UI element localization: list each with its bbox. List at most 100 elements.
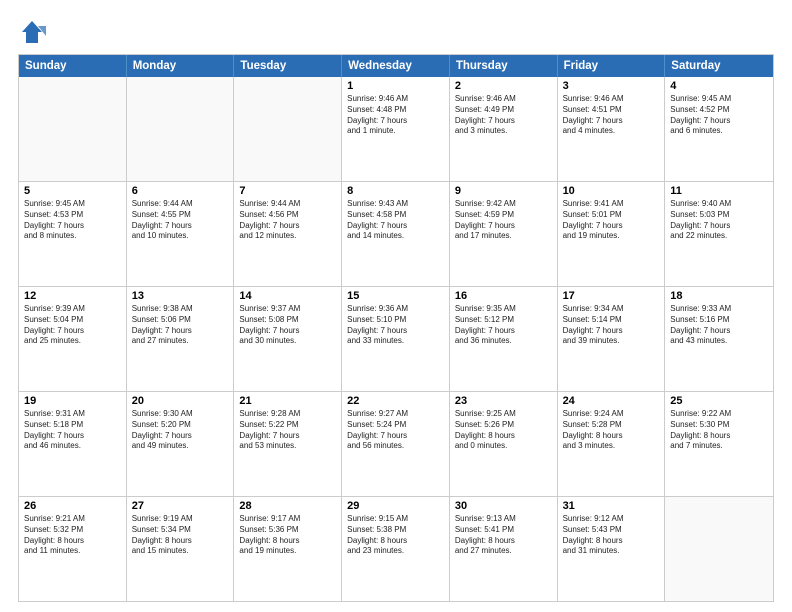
day-number: 29	[347, 500, 444, 512]
day-info: Sunrise: 9:42 AM Sunset: 4:59 PM Dayligh…	[455, 199, 552, 242]
calendar-header-row: SundayMondayTuesdayWednesdayThursdayFrid…	[19, 55, 773, 77]
day-number: 20	[132, 395, 229, 407]
day-info: Sunrise: 9:19 AM Sunset: 5:34 PM Dayligh…	[132, 514, 229, 557]
day-number: 5	[24, 185, 121, 197]
day-number: 6	[132, 185, 229, 197]
day-info: Sunrise: 9:17 AM Sunset: 5:36 PM Dayligh…	[239, 514, 336, 557]
calendar-cell: 11Sunrise: 9:40 AM Sunset: 5:03 PM Dayli…	[665, 182, 773, 286]
day-info: Sunrise: 9:24 AM Sunset: 5:28 PM Dayligh…	[563, 409, 660, 452]
day-number: 15	[347, 290, 444, 302]
day-number: 21	[239, 395, 336, 407]
day-info: Sunrise: 9:45 AM Sunset: 4:52 PM Dayligh…	[670, 94, 768, 137]
calendar-cell: 2 Sunrise: 9:46 AM Sunset: 4:49 PM Daylig…	[450, 77, 558, 181]
calendar-cell: 17 Sunrise: 9:34 AM Sunset: 5:14 PM Dayli…	[558, 287, 666, 391]
cal-header-cell: Friday	[558, 55, 666, 77]
day-number: 25	[670, 395, 768, 407]
day-info: Sunrise: 9:28 AM Sunset: 5:22 PM Dayligh…	[239, 409, 336, 452]
day-number: 19	[24, 395, 121, 407]
calendar-cell	[19, 77, 127, 181]
calendar-cell: 14 Sunrise: 9:37 AM Sunset: 5:08 PM Dayli…	[234, 287, 342, 391]
calendar-cell: 26 Sunrise: 9:21 AM Sunset: 5:32 PM Dayli…	[19, 497, 127, 601]
day-number: 23	[455, 395, 552, 407]
day-info: Sunrise: 9:46 AM Sunset: 4:48 PM Dayligh…	[347, 94, 444, 137]
page: SundayMondayTuesdayWednesdayThursdayFrid…	[0, 0, 792, 612]
day-info: Sunrise: 9:45 AM Sunset: 4:53 PM Dayligh…	[24, 199, 121, 242]
calendar-cell: 23 Sunrise: 9:25 AM Sunset: 5:26 PM Dayli…	[450, 392, 558, 496]
calendar-cell: 20 Sunrise: 9:30 AM Sunset: 5:20 PM Dayli…	[127, 392, 235, 496]
day-number: 1	[347, 80, 444, 92]
calendar-cell: 19 Sunrise: 9:31 AM Sunset: 5:18 PM Dayli…	[19, 392, 127, 496]
day-number: 3	[563, 80, 660, 92]
calendar-cell: 4 Sunrise: 9:45 AM Sunset: 4:52 PM Daylig…	[665, 77, 773, 181]
day-number: 30	[455, 500, 552, 512]
calendar-cell	[665, 497, 773, 601]
logo	[18, 18, 50, 46]
day-info: Sunrise: 9:25 AM Sunset: 5:26 PM Dayligh…	[455, 409, 552, 452]
calendar-cell: 16 Sunrise: 9:35 AM Sunset: 5:12 PM Dayli…	[450, 287, 558, 391]
day-info: Sunrise: 9:36 AM Sunset: 5:10 PM Dayligh…	[347, 304, 444, 347]
day-number: 24	[563, 395, 660, 407]
day-info: Sunrise: 9:15 AM Sunset: 5:38 PM Dayligh…	[347, 514, 444, 557]
day-number: 16	[455, 290, 552, 302]
day-info: Sunrise: 9:44 AM Sunset: 4:56 PM Dayligh…	[239, 199, 336, 242]
header	[18, 18, 774, 46]
calendar-row: 5 Sunrise: 9:45 AM Sunset: 4:53 PM Daylig…	[19, 181, 773, 286]
day-number: 13	[132, 290, 229, 302]
day-number: 26	[24, 500, 121, 512]
calendar-cell: 3Sunrise: 9:46 AM Sunset: 4:51 PM Daylig…	[558, 77, 666, 181]
cal-header-cell: Wednesday	[342, 55, 450, 77]
day-info: Sunrise: 9:44 AM Sunset: 4:55 PM Dayligh…	[132, 199, 229, 242]
calendar-cell: 12 Sunrise: 9:39 AM Sunset: 5:04 PM Dayli…	[19, 287, 127, 391]
day-number: 4	[670, 80, 768, 92]
cal-header-cell: Tuesday	[234, 55, 342, 77]
calendar-cell: 24 Sunrise: 9:24 AM Sunset: 5:28 PM Dayli…	[558, 392, 666, 496]
calendar-row: 19 Sunrise: 9:31 AM Sunset: 5:18 PM Dayli…	[19, 391, 773, 496]
day-info: Sunrise: 9:30 AM Sunset: 5:20 PM Dayligh…	[132, 409, 229, 452]
day-number: 8	[347, 185, 444, 197]
day-number: 12	[24, 290, 121, 302]
day-info: Sunrise: 9:31 AM Sunset: 5:18 PM Dayligh…	[24, 409, 121, 452]
day-number: 17	[563, 290, 660, 302]
day-info: Sunrise: 9:40 AM Sunset: 5:03 PM Dayligh…	[670, 199, 768, 242]
day-number: 28	[239, 500, 336, 512]
calendar-cell: 6 Sunrise: 9:44 AM Sunset: 4:55 PM Daylig…	[127, 182, 235, 286]
calendar-cell: 22Sunrise: 9:27 AM Sunset: 5:24 PM Dayli…	[342, 392, 450, 496]
calendar-cell: 9 Sunrise: 9:42 AM Sunset: 4:59 PM Daylig…	[450, 182, 558, 286]
calendar-cell	[127, 77, 235, 181]
day-info: Sunrise: 9:46 AM Sunset: 4:49 PM Dayligh…	[455, 94, 552, 137]
day-info: Sunrise: 9:43 AM Sunset: 4:58 PM Dayligh…	[347, 199, 444, 242]
cal-header-cell: Sunday	[19, 55, 127, 77]
cal-header-cell: Monday	[127, 55, 235, 77]
day-number: 22	[347, 395, 444, 407]
day-number: 27	[132, 500, 229, 512]
calendar-cell: 7Sunrise: 9:44 AM Sunset: 4:56 PM Daylig…	[234, 182, 342, 286]
calendar-cell: 10 Sunrise: 9:41 AM Sunset: 5:01 PM Dayli…	[558, 182, 666, 286]
calendar-cell: 18 Sunrise: 9:33 AM Sunset: 5:16 PM Dayli…	[665, 287, 773, 391]
calendar-cell: 1 Sunrise: 9:46 AM Sunset: 4:48 PM Daylig…	[342, 77, 450, 181]
day-info: Sunrise: 9:39 AM Sunset: 5:04 PM Dayligh…	[24, 304, 121, 347]
day-info: Sunrise: 9:37 AM Sunset: 5:08 PM Dayligh…	[239, 304, 336, 347]
day-info: Sunrise: 9:33 AM Sunset: 5:16 PM Dayligh…	[670, 304, 768, 347]
day-info: Sunrise: 9:41 AM Sunset: 5:01 PM Dayligh…	[563, 199, 660, 242]
calendar-cell	[234, 77, 342, 181]
day-info: Sunrise: 9:21 AM Sunset: 5:32 PM Dayligh…	[24, 514, 121, 557]
day-number: 10	[563, 185, 660, 197]
day-number: 2	[455, 80, 552, 92]
day-info: Sunrise: 9:38 AM Sunset: 5:06 PM Dayligh…	[132, 304, 229, 347]
calendar-cell: 30 Sunrise: 9:13 AM Sunset: 5:41 PM Dayli…	[450, 497, 558, 601]
day-info: Sunrise: 9:12 AM Sunset: 5:43 PM Dayligh…	[563, 514, 660, 557]
cal-header-cell: Saturday	[665, 55, 773, 77]
day-number: 18	[670, 290, 768, 302]
day-number: 9	[455, 185, 552, 197]
day-info: Sunrise: 9:13 AM Sunset: 5:41 PM Dayligh…	[455, 514, 552, 557]
calendar-row: 1 Sunrise: 9:46 AM Sunset: 4:48 PM Daylig…	[19, 77, 773, 181]
day-info: Sunrise: 9:35 AM Sunset: 5:12 PM Dayligh…	[455, 304, 552, 347]
calendar-cell: 31 Sunrise: 9:12 AM Sunset: 5:43 PM Dayli…	[558, 497, 666, 601]
calendar-cell: 5 Sunrise: 9:45 AM Sunset: 4:53 PM Daylig…	[19, 182, 127, 286]
cal-header-cell: Thursday	[450, 55, 558, 77]
day-info: Sunrise: 9:34 AM Sunset: 5:14 PM Dayligh…	[563, 304, 660, 347]
day-number: 31	[563, 500, 660, 512]
day-number: 14	[239, 290, 336, 302]
calendar-cell: 21 Sunrise: 9:28 AM Sunset: 5:22 PM Dayli…	[234, 392, 342, 496]
calendar-row: 12 Sunrise: 9:39 AM Sunset: 5:04 PM Dayli…	[19, 286, 773, 391]
